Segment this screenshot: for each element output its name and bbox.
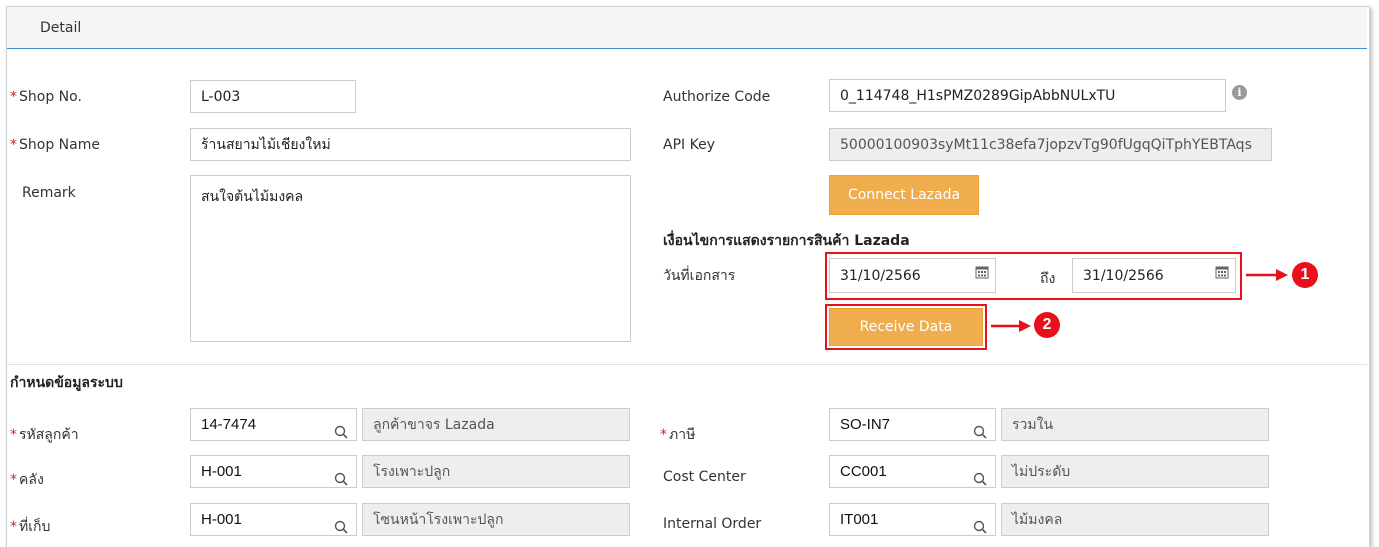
shop-no-input[interactable]: L-003 [190,80,356,113]
shop-name-label: * Shop Name [10,137,100,153]
cost-center-value: CC001 [840,463,887,480]
section-divider [7,364,1367,365]
cost-center-name-field: ไม่ประดับ [1001,455,1269,488]
internal-order-value: IT001 [840,511,879,528]
cost-center-label: Cost Center [663,469,746,485]
search-icon[interactable] [334,472,348,486]
search-icon[interactable] [334,425,348,439]
info-icon[interactable]: i [1232,85,1247,100]
document-date-label: วันที่เอกสาร [663,268,736,284]
warehouse-code-input[interactable]: H-001 [190,455,357,488]
date-from-input[interactable]: 31/10/2566 [829,258,996,293]
receive-data-button[interactable]: Receive Data [829,308,983,346]
date-to-input[interactable]: 31/10/2566 [1072,258,1236,293]
search-icon[interactable] [973,520,987,534]
location-code-input[interactable]: H-001 [190,503,357,536]
tax-code-value: SO-IN7 [840,416,891,433]
internal-order-input[interactable]: IT001 [829,503,996,536]
warehouse-code-value: H-001 [201,463,242,480]
internal-order-label: Internal Order [663,516,762,532]
customer-code-input[interactable]: 14-7474 [190,408,357,441]
shop-no-label: * Shop No. [10,89,82,105]
warehouse-label: * คลัง [10,472,44,488]
tax-label: * ภาษี [660,427,696,443]
location-name-field: โซนหน้าโรงเพาะปลูก [362,503,630,536]
shop-name-input[interactable]: ร้านสยามไม้เชียงใหม่ [190,128,631,161]
remark-textarea[interactable]: สนใจต้นไม้มงคล [190,175,631,342]
authorize-code-label: Authorize Code [663,89,771,105]
calendar-icon[interactable] [975,265,989,279]
to-label: ถึง [1040,271,1056,287]
date-from-value: 31/10/2566 [840,267,921,284]
location-label: * ที่เก็บ [10,519,51,535]
calendar-icon[interactable] [1215,265,1229,279]
customer-code-label: * รหัสลูกค้า [10,427,79,443]
customer-name-field: ลูกค้าขาจร Lazada [362,408,630,441]
tax-code-input[interactable]: SO-IN7 [829,408,996,441]
tax-name-field: รวมใน [1001,408,1269,441]
date-to-value: 31/10/2566 [1083,267,1164,284]
authorize-code-input[interactable]: 0_114748_H1sPMZ0289GipAbbNULxTU [829,79,1226,112]
search-icon[interactable] [334,520,348,534]
arrow-right-icon [1246,269,1288,281]
search-icon[interactable] [973,472,987,486]
panel-title: Detail [40,20,82,36]
filter-heading: เงื่อนไขการแสดงรายการสินค้า Lazada [663,233,910,249]
api-key-input: 50000100903syMt11c38efa7jopzvTg90fUgqQiT… [829,128,1272,161]
warehouse-name-field: โรงเพาะปลูก [362,455,630,488]
location-code-value: H-001 [201,511,242,528]
callout-badge-1: 1 [1292,262,1318,288]
system-section-title: กำหนดข้อมูลระบบ [10,375,123,391]
arrow-right-icon [991,320,1031,332]
callout-badge-2: 2 [1034,312,1060,338]
internal-order-name-field: ไม้มงคล [1001,503,1269,536]
api-key-label: API Key [663,137,715,153]
customer-code-value: 14-7474 [201,416,257,433]
search-icon[interactable] [973,425,987,439]
connect-lazada-button[interactable]: Connect Lazada [829,175,979,215]
cost-center-input[interactable]: CC001 [829,455,996,488]
panel-header: Detail [7,7,1367,49]
remark-label: Remark [22,185,76,201]
